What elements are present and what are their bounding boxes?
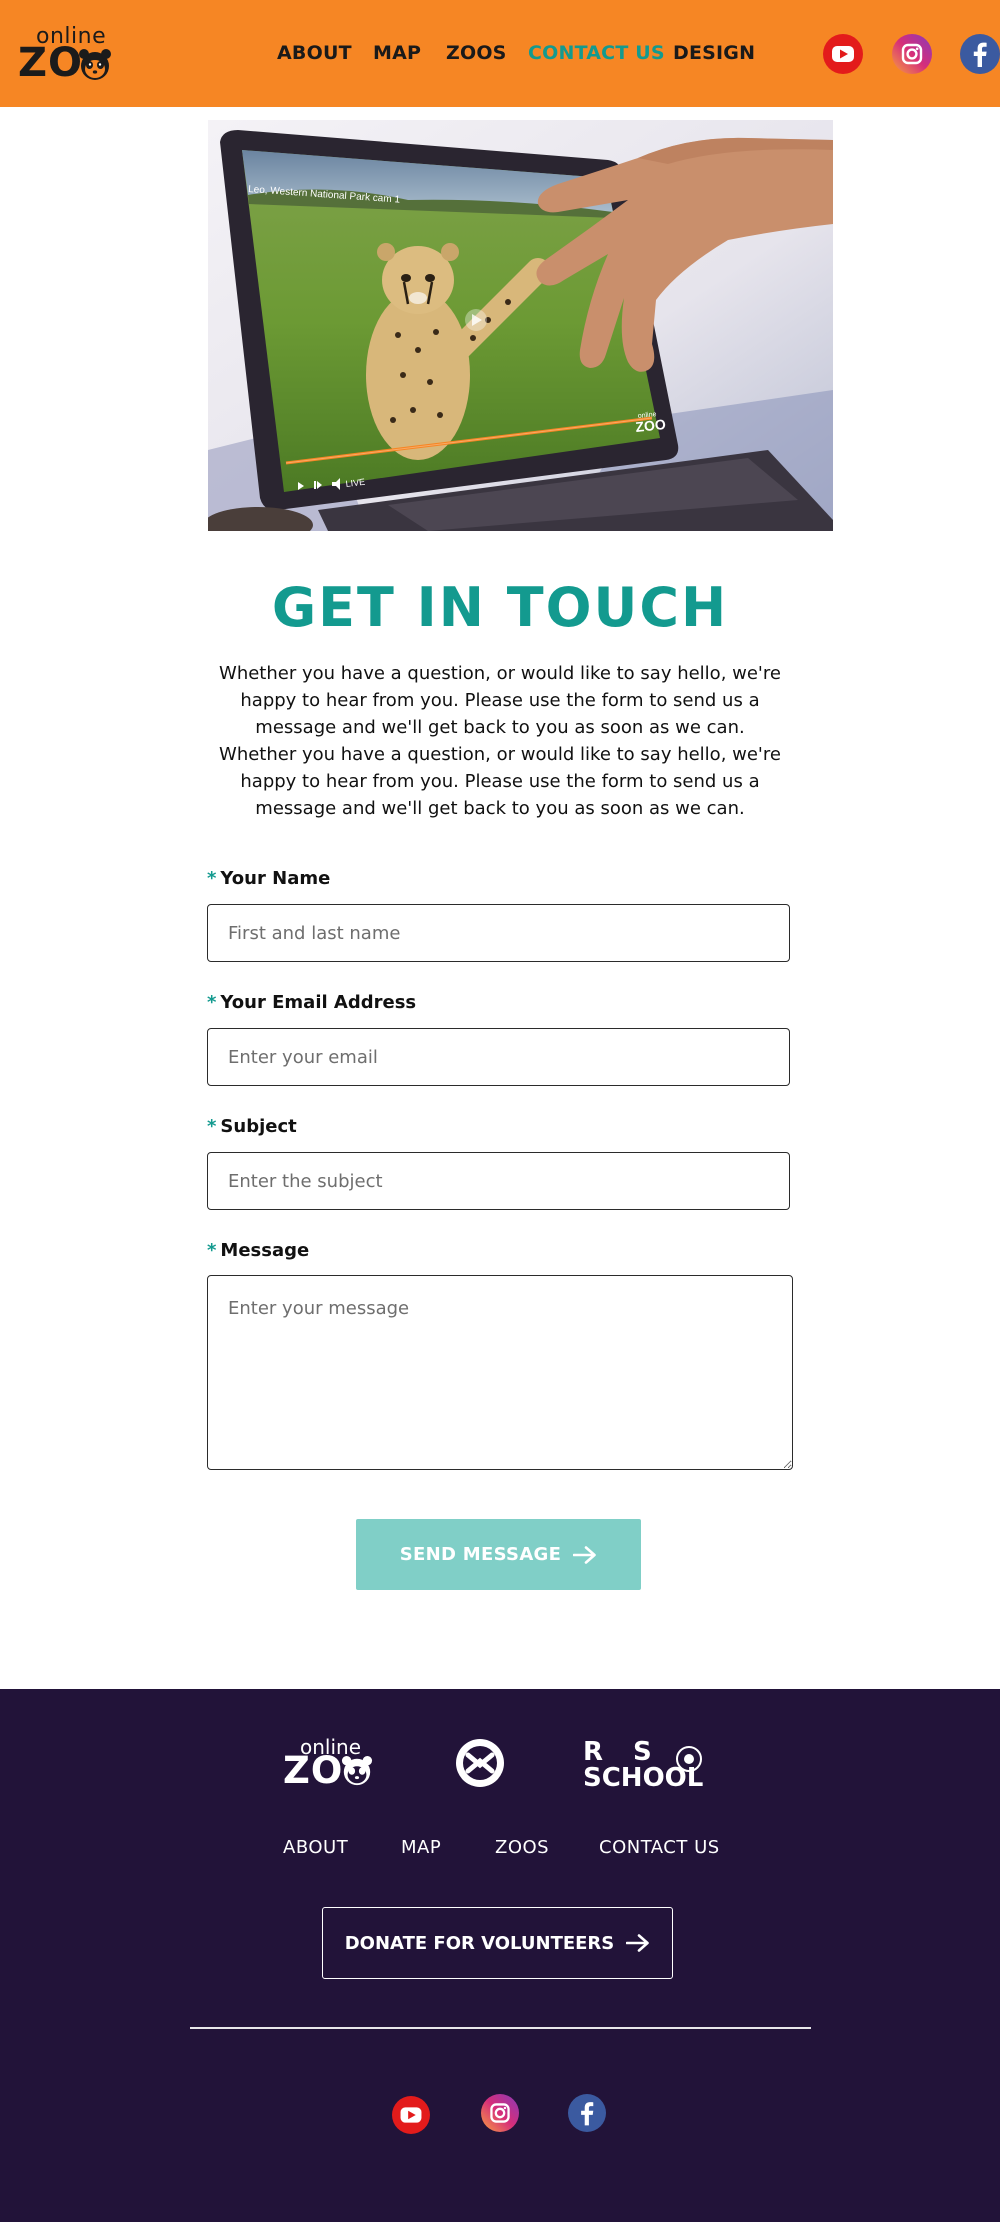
page-title: GET IN TOUCH [271,576,729,639]
youtube-icon[interactable] [392,2096,430,2134]
hero-image: Leo, Western National Park cam 1 LIVE on… [208,120,833,531]
panda-logo-icon [341,1755,373,1786]
subject-field[interactable] [207,1152,790,1210]
js-badge-icon [676,1746,702,1772]
youtube-icon[interactable] [823,34,863,74]
facebook-icon[interactable] [960,34,1000,74]
send-message-button[interactable]: SEND MESSAGE [356,1519,641,1590]
site-header: online ZO ABOUT MAP ZOOS CONTACT US DESI… [0,0,1000,107]
instagram-icon[interactable] [481,2094,519,2132]
footer-nav-contact-us[interactable]: CONTACT US [599,1837,720,1858]
nav-design[interactable]: DESIGN [673,42,755,64]
nav-zoos[interactable]: ZOOS [446,42,507,64]
volunteer-badge-logo-icon[interactable] [456,1739,504,1787]
nav-about[interactable]: ABOUT [277,42,352,64]
footer-nav-zoos[interactable]: ZOOS [495,1837,549,1858]
footer-nav-map[interactable]: MAP [401,1837,441,1858]
required-mark: * [207,992,217,1013]
donate-label: DONATE FOR VOLUNTEERS [344,1932,615,1954]
laptop-cheetah-illustration: Leo, Western National Park cam 1 LIVE on… [208,120,833,531]
name-field[interactable] [207,904,790,962]
message-label: * Message [207,1240,310,1261]
video-watermark-bottom: ZOO [635,416,667,435]
send-message-label: SEND MESSAGE [399,1544,562,1565]
arrow-right-icon [573,1545,597,1564]
facebook-icon[interactable] [568,2094,606,2132]
nav-map[interactable]: MAP [373,42,421,64]
subject-label: * Subject [207,1116,297,1137]
email-label: * Your Email Address [207,992,417,1013]
intro-text: Whether you have a question, or would li… [219,663,781,819]
rs-school-logo[interactable]: RS SCHOOL [583,1737,723,1793]
instagram-icon[interactable] [892,34,932,74]
footer-nav-about[interactable]: ABOUT [283,1837,348,1858]
required-mark: * [207,1116,217,1137]
footer-divider [190,2027,811,2029]
nav-contact-us[interactable]: CONTACT US [528,42,665,64]
site-footer: online ZO RS SCHOOL ABOUT MAP ZOOS CONTA… [0,1689,1000,2222]
donate-button[interactable]: DONATE FOR VOLUNTEERS [322,1907,673,1979]
required-mark: * [207,868,217,889]
name-label: * Your Name [207,868,331,889]
footer-logo-text-zoo: ZO [283,1749,344,1792]
arrow-right-icon [626,1934,650,1952]
required-mark: * [207,1240,217,1261]
message-textarea[interactable] [207,1275,793,1470]
footer-online-zoo-logo[interactable]: online ZO [283,1735,383,1792]
email-field[interactable] [207,1028,790,1086]
